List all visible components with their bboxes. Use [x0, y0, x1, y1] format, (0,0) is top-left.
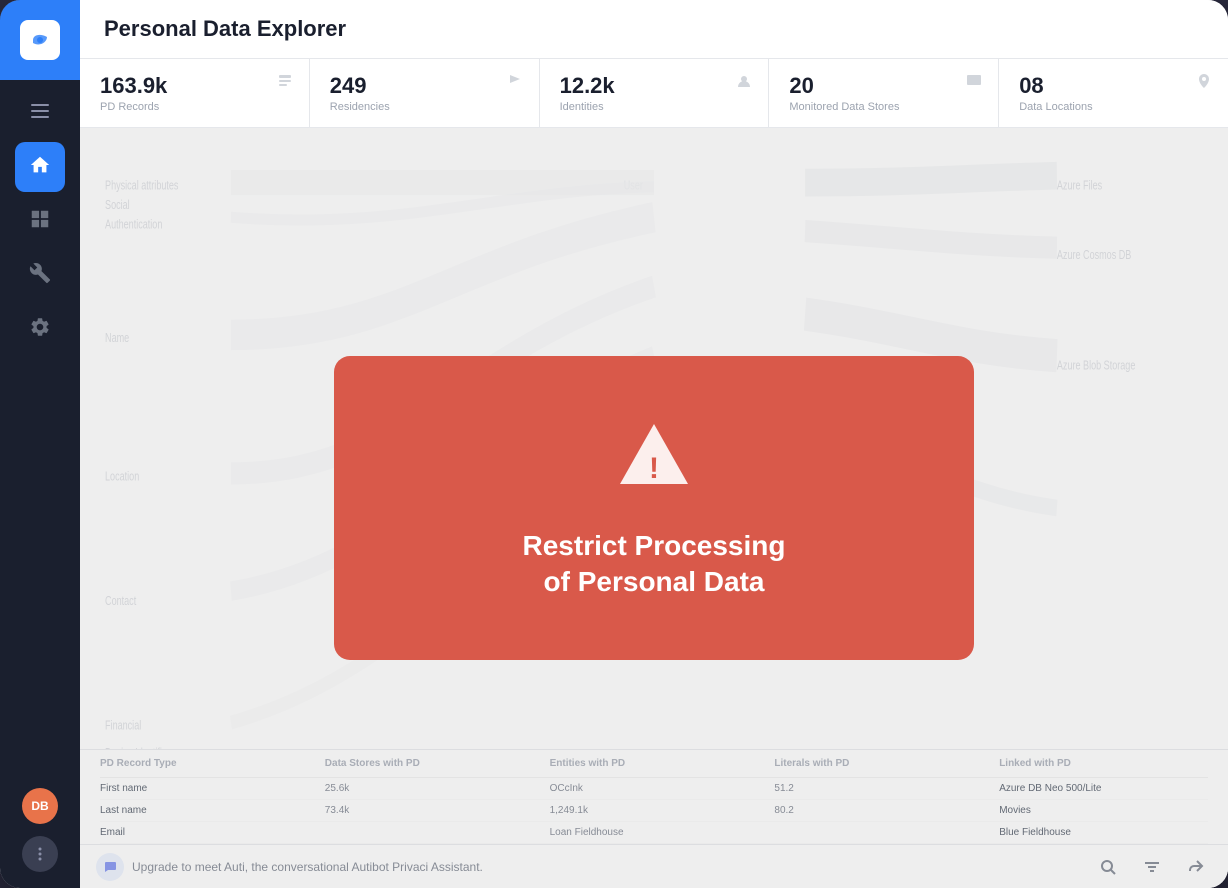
stat-label-residencies: Residencies — [330, 101, 519, 113]
home-icon — [29, 154, 51, 181]
content-area: Physical attributes Social Authenticatio… — [80, 128, 1228, 888]
sidebar: DB — [0, 0, 80, 888]
top-bar: Personal Data Explorer — [80, 0, 1228, 59]
sidebar-logo — [0, 0, 80, 80]
dashboard-icon — [29, 208, 51, 235]
monitor-icon — [966, 73, 982, 94]
identity-icon — [736, 73, 752, 94]
stat-card-pd-records: 163.9k PD Records — [80, 59, 310, 127]
hamburger-icon — [31, 104, 49, 118]
svg-text:!: ! — [649, 452, 659, 485]
flag-icon — [507, 73, 523, 94]
overlay: ! Restrict Processing of Personal Data — [80, 128, 1228, 888]
stat-value-pd-records: 163.9k — [100, 73, 289, 99]
page-title: Personal Data Explorer — [104, 16, 1204, 42]
sidebar-item-home[interactable] — [15, 142, 65, 192]
location-icon — [1196, 73, 1212, 94]
stat-label-identities: Identities — [560, 101, 749, 113]
sidebar-item-dashboard[interactable] — [15, 196, 65, 246]
sidebar-nav — [0, 134, 80, 788]
stat-value-residencies: 249 — [330, 73, 519, 99]
settings-icon — [29, 316, 51, 343]
avatar-dots[interactable] — [22, 836, 58, 872]
main-content: Personal Data Explorer 163.9k PD Records… — [80, 0, 1228, 888]
stat-card-residencies: 249 Residencies — [310, 59, 540, 127]
tools-icon — [29, 262, 51, 289]
stat-card-data-stores: 20 Monitored Data Stores — [769, 59, 999, 127]
warning-icon: ! — [614, 416, 694, 496]
stat-value-data-stores: 20 — [789, 73, 978, 99]
stats-bar: 163.9k PD Records 249 Residencies — [80, 59, 1228, 128]
sidebar-item-tools[interactable] — [15, 250, 65, 300]
stat-value-data-locations: 08 — [1019, 73, 1208, 99]
sidebar-bottom: DB — [22, 788, 58, 888]
menu-toggle[interactable] — [0, 88, 80, 134]
stat-value-identities: 12.2k — [560, 73, 749, 99]
device-frame: DB Personal Data Explorer 163.9k PD Reco… — [0, 0, 1228, 888]
records-icon — [277, 73, 293, 94]
stat-label-data-locations: Data Locations — [1019, 101, 1208, 113]
restrict-processing-modal: ! Restrict Processing of Personal Data — [334, 356, 974, 661]
stat-card-identities: 12.2k Identities — [540, 59, 770, 127]
logo-icon — [20, 20, 60, 60]
avatar[interactable]: DB — [22, 788, 58, 824]
stat-label-data-stores: Monitored Data Stores — [789, 101, 978, 113]
modal-title: Restrict Processing of Personal Data — [523, 528, 786, 601]
stat-card-data-locations: 08 Data Locations — [999, 59, 1228, 127]
sidebar-item-settings[interactable] — [15, 304, 65, 354]
stat-label-pd-records: PD Records — [100, 101, 289, 113]
